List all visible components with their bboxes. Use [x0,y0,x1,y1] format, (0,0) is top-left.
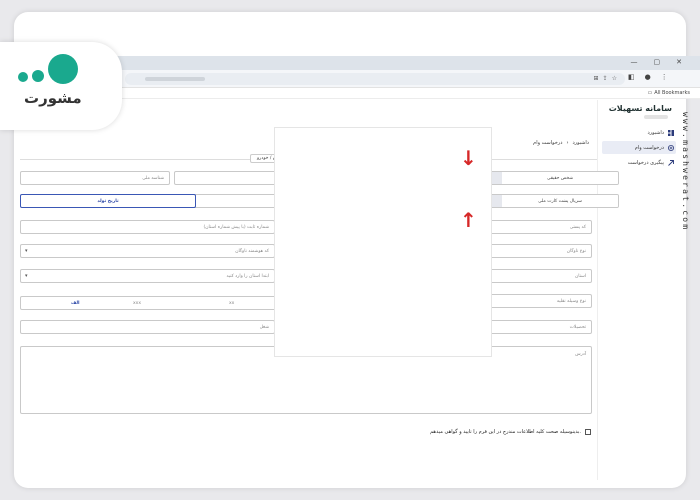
logo-text: مشورت [24,89,82,107]
address-placeholder: آدرس [575,352,586,357]
minimize-icon[interactable]: — [631,58,638,66]
url-blurred [145,77,205,81]
all-bookmarks[interactable]: ▭ All Bookmarks [648,90,690,96]
breadcrumb-home[interactable]: داشبورد [572,140,589,146]
fleet-type-placeholder: نوع ناوگان [566,249,586,254]
sidebar-item-label: پیگیری درخواست [627,159,664,166]
job-placeholder: شغل [259,325,269,330]
consent-checkbox[interactable] [585,429,591,435]
sidebar: سامانه تسهیلات داشبورد درخواست وام پیگیر… [597,100,682,480]
landline-placeholder: شماره ثابت (با پیش شماره استان) [203,225,269,230]
restore-icon[interactable]: ▢ [654,58,661,66]
track-icon [668,159,674,166]
fleet-smart-code-placeholder: کد هوشمند ناوگان [235,249,269,254]
postal-code-placeholder: کد پستی [569,225,586,230]
sidebar-item-track-request[interactable]: پیگیری درخواست [602,156,676,169]
city-select[interactable]: ▾ ابتدا استان را وارد کنید [20,269,275,283]
browser-tab-strip: — ▢ ✕ [20,56,700,70]
user-name-blurred [644,115,668,119]
person-type-natural[interactable]: شخص حقیقی [502,172,618,184]
share-icon[interactable]: ⇪ [603,75,608,82]
address-row: ⊞ ⇪ ☆ ◧ ● ⋮ [20,70,700,88]
menu-icon[interactable]: ⋮ [661,73,668,81]
dashboard-icon [668,129,674,136]
vehicle-type-placeholder: نوع وسیله نقلیه [556,299,586,304]
site-url-watermark: www.mashwerat.com [681,112,690,232]
plus-circle-icon [668,144,674,151]
bookmarks-label: All Bookmarks [654,90,690,96]
extension-icon[interactable]: ◧ [628,73,635,81]
breadcrumb-current: درخواست وام [533,140,563,146]
star-icon[interactable]: ☆ [612,75,617,82]
job-input[interactable]: شغل [20,320,275,334]
education-placeholder: تحصیلات [569,325,586,330]
birth-date-button[interactable]: تاریخ تولد [20,194,196,208]
breadcrumb-separator: › [566,140,569,146]
address-bar[interactable]: ⊞ ⇪ ☆ [125,73,625,85]
card-type-serial[interactable]: سریال پشت کارت ملی [502,195,618,207]
close-icon[interactable]: ✕ [676,58,682,66]
profile-icon[interactable]: ● [645,73,651,81]
logo-dot [48,54,78,84]
sidebar-item-label: درخواست وام [634,144,664,151]
brand-logo: مشورت [0,42,122,130]
sidebar-item-dashboard[interactable]: داشبورد [602,126,676,139]
chevron-down-icon: ▾ [25,273,28,279]
fleet-smart-code-select[interactable]: ▾ کد هوشمند ناوگان [20,244,275,258]
sidebar-item-loan-request[interactable]: درخواست وام [602,141,676,154]
national-id-placeholder: شناسه ملی [142,176,164,181]
chevron-down-icon: ▾ [25,248,28,254]
breadcrumb: درخواست وام › داشبورد [533,140,589,146]
translate-icon[interactable]: ⊞ [594,75,599,82]
landline-input[interactable]: شماره ثابت (با پیش شماره استان) [20,220,275,234]
plate-number-input[interactable]: الف xxx xx [20,296,278,310]
consent-row[interactable]: بدینوسیله صحت کلیه اطلاعات مندرج در این … [430,429,591,435]
app-title: سامانه تسهیلات [608,104,672,113]
arrow-up-icon: ↑ [460,208,477,232]
folder-icon: ▭ [647,90,653,96]
bookmarks-bar: ▭ All Bookmarks [20,88,700,99]
province-placeholder: استان [574,274,586,279]
national-id-input[interactable]: شناسه ملی [20,171,170,185]
logo-dot [18,72,28,82]
logo-dot [32,70,44,82]
city-placeholder: ابتدا استان را وارد کنید [226,274,270,279]
arrow-down-icon: ↓ [460,146,477,170]
plate-part1[interactable]: xxx [133,301,141,306]
plate-part2[interactable]: xx [229,301,234,306]
sidebar-item-label: داشبورد [647,129,664,136]
plate-letter[interactable]: الف [71,301,80,306]
consent-label: بدینوسیله صحت کلیه اطلاعات مندرج در این … [430,429,581,435]
